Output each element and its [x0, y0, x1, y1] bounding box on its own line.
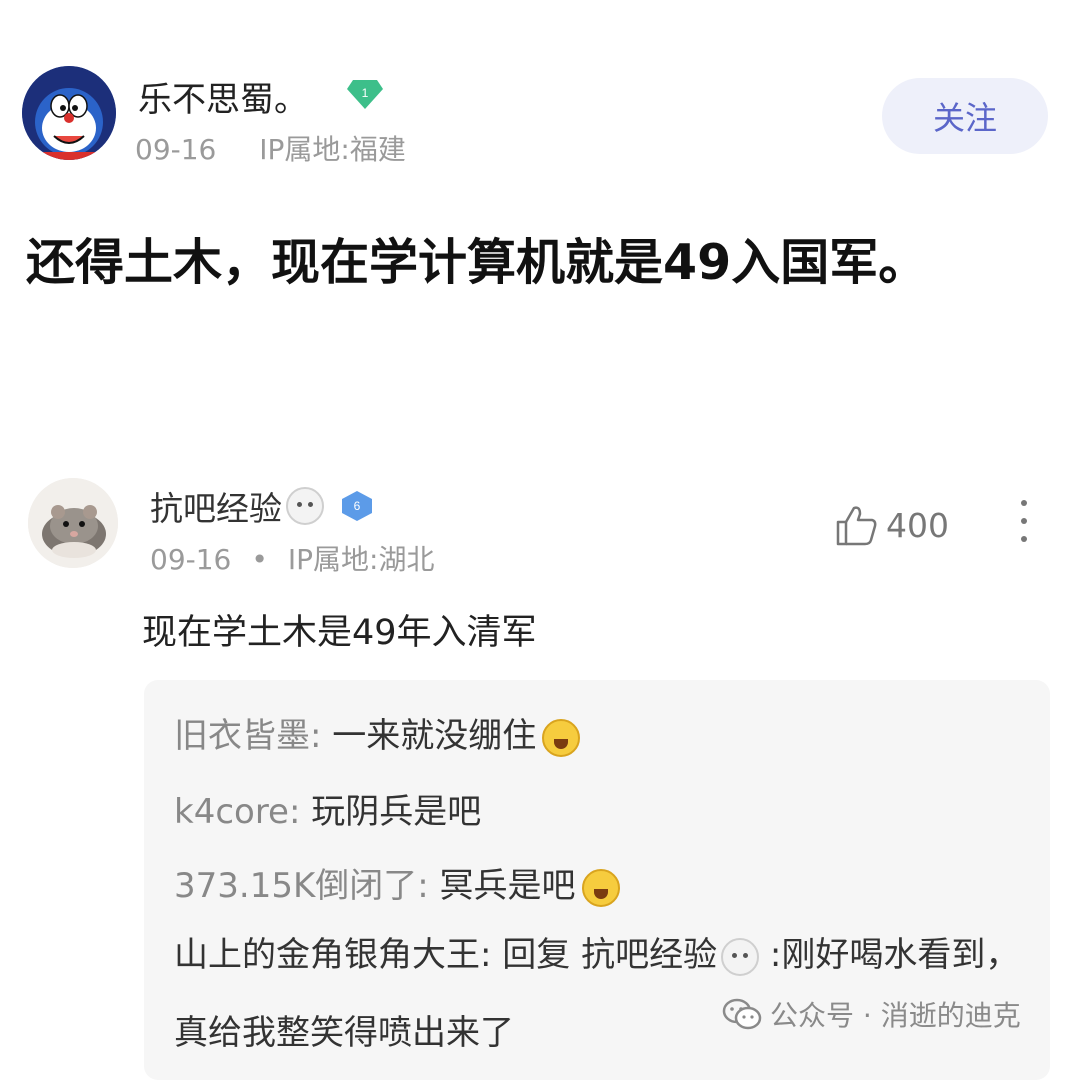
reply-text-before: 回复 抗吧经验 [491, 935, 718, 975]
reply-item[interactable]: 373.15K倒闭了: 冥兵是吧 [174, 858, 620, 907]
reply-user[interactable]: k4core: [174, 792, 300, 832]
commenter-name[interactable]: 抗吧经验 [150, 482, 282, 530]
reply-user[interactable]: 旧衣皆墨: [174, 716, 321, 756]
reply-item[interactable]: 旧衣皆墨: 一来就没绷住 [174, 708, 581, 757]
follow-button[interactable]: 关注 [882, 78, 1048, 154]
comment-ip-location: IP属地:湖北 [287, 543, 435, 576]
comment-date: 09-16 [150, 543, 232, 576]
comment-body: 现在学土木是49年入清军 [142, 613, 537, 653]
level-number: 6 [354, 499, 361, 513]
level-badge-icon: 1 [347, 78, 383, 110]
laugh-cry-icon [542, 718, 581, 757]
post-meta: 09-16 IP属地:福建 [135, 128, 440, 168]
bear-emoji-icon [721, 937, 760, 976]
like-count: 400 [886, 505, 949, 545]
watermark: 公众号 · 消逝的迪克 [722, 994, 1021, 1034]
meta-separator: • [251, 543, 268, 576]
reply-text: 冥兵是吧 [428, 866, 576, 906]
commenter-avatar[interactable] [28, 478, 118, 568]
like-button[interactable]: 400 [834, 504, 949, 546]
author-name[interactable]: 乐不思蜀。 [138, 72, 308, 121]
author-avatar[interactable] [22, 66, 116, 160]
comment-meta: 09-16 • IP属地:湖北 [150, 538, 434, 578]
wechat-icon [722, 998, 762, 1030]
watermark-text: 公众号 · 消逝的迪克 [770, 999, 1021, 1032]
post-body: 还得土木，现在学计算机就是49入国军。 [26, 234, 928, 291]
reply-user[interactable]: 373.15K倒闭了: [174, 866, 429, 906]
reply-text: 一来就没绷住 [321, 716, 537, 756]
reply-text: 玩阴兵是吧 [300, 792, 482, 832]
bear-emoji-icon [286, 487, 324, 525]
thumbs-up-icon [836, 506, 877, 546]
reply-user[interactable]: 山上的金角银角大王: [174, 935, 491, 975]
post-ip-location: IP属地:福建 [259, 133, 406, 166]
reply-item[interactable]: k4core: 玩阴兵是吧 [174, 784, 481, 833]
commenter-row: 抗吧经验 6 [150, 482, 374, 530]
laugh-cry-icon [581, 868, 620, 907]
level-number: 1 [362, 86, 369, 100]
more-options-icon[interactable] [1012, 500, 1036, 548]
level-badge-icon: 6 [342, 491, 372, 521]
post-date: 09-16 [135, 133, 217, 166]
